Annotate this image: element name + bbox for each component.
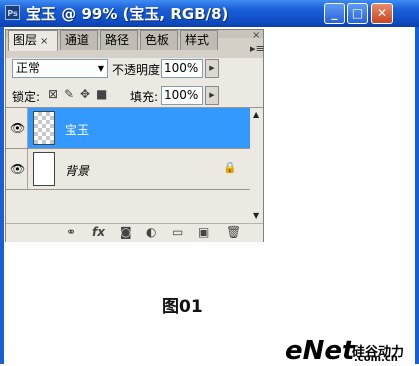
tab-paths[interactable]: 路径 <box>100 30 138 50</box>
tab-layers-label: 图层 <box>13 33 38 47</box>
scroll-up-icon[interactable]: ▲ <box>253 110 259 119</box>
panel-menu-icon[interactable]: ▸≡ <box>250 42 265 55</box>
folder-icon[interactable]: ▭ <box>172 225 183 239</box>
fill-label: 填充: <box>130 90 159 104</box>
lock-move-icon[interactable]: ✥ <box>80 87 90 101</box>
tab-swatches[interactable]: 色板 <box>140 30 178 50</box>
window-title: 宝玉 @ 99% (宝玉, RGB/8) <box>26 5 229 23</box>
layer-name: 背景 <box>65 164 90 178</box>
trash-icon[interactable]: 🗑 <box>226 225 241 239</box>
blend-mode-value: 正常 <box>16 61 41 75</box>
lock-label: 锁定: <box>12 90 41 104</box>
window-frame-left <box>0 27 4 364</box>
layer-row-background[interactable]: 👁 背景 🔒 <box>6 149 250 189</box>
opacity-label: 不透明度: <box>112 63 165 77</box>
eye-icon: 👁 <box>10 162 26 176</box>
scroll-down-icon[interactable]: ▼ <box>253 211 259 220</box>
window-frame-right <box>415 27 419 364</box>
panel-close-icon[interactable]: × <box>252 30 260 41</box>
layer-thumbnail <box>33 111 55 145</box>
minimize-button[interactable]: _ <box>324 3 345 24</box>
mask-icon[interactable]: ◙ <box>120 225 132 239</box>
tab-channels[interactable]: 通道 <box>60 30 98 50</box>
fx-icon[interactable]: fx <box>92 225 105 239</box>
opacity-slider-button[interactable]: ▶ <box>205 59 219 78</box>
photoshop-app-icon: Ps <box>5 5 20 20</box>
close-button[interactable]: ✕ <box>371 3 393 24</box>
layers-scrollbar[interactable]: ▲ ▼ <box>250 108 263 223</box>
layer-row-baoyu[interactable]: 👁 宝玉 <box>6 108 250 148</box>
eye-icon: 👁 <box>10 121 26 135</box>
tab-layers[interactable]: 图层 × <box>8 30 58 51</box>
visibility-toggle[interactable]: 👁 <box>6 149 28 189</box>
panel-bottom-toolbar: ⚭ fx ◙ ◐ ▭ ▣ 🗑 <box>6 223 263 242</box>
maximize-button[interactable]: □ <box>347 3 368 24</box>
layer-thumbnail <box>33 152 55 186</box>
chevron-down-icon: ▼ <box>97 64 104 73</box>
tab-styles[interactable]: 样式 <box>180 30 218 50</box>
link-icon[interactable]: ⚭ <box>66 225 76 239</box>
lock-all-icon[interactable]: ■ <box>96 87 107 101</box>
visibility-toggle[interactable]: 👁 <box>6 108 28 148</box>
layer-name: 宝玉 <box>65 123 90 137</box>
tab-close-icon[interactable]: × <box>40 36 48 47</box>
watermark-logo: eNet <box>285 336 355 366</box>
opacity-input[interactable]: 100% <box>161 59 203 78</box>
blend-mode-select[interactable]: 正常 ▼ <box>12 59 108 78</box>
layers-panel: × 图层 × 通道 路径 色板 样式 ▸≡ 正常 ▼ 不透明度: 100% ▶ 锁… <box>5 29 265 242</box>
lock-brush-icon[interactable]: ✎ <box>64 87 74 101</box>
divider <box>6 189 250 190</box>
fill-slider-button[interactable]: ▶ <box>205 86 219 105</box>
new-layer-icon[interactable]: ▣ <box>198 225 209 239</box>
lock-icon: 🔒 <box>223 161 237 174</box>
figure-caption: 图01 <box>162 297 203 317</box>
lock-transparent-icon[interactable]: ⊠ <box>48 87 58 101</box>
fill-input[interactable]: 100% <box>161 86 203 105</box>
adjustment-icon[interactable]: ◐ <box>146 225 156 239</box>
watermark-domain: .com.cn <box>354 353 398 364</box>
